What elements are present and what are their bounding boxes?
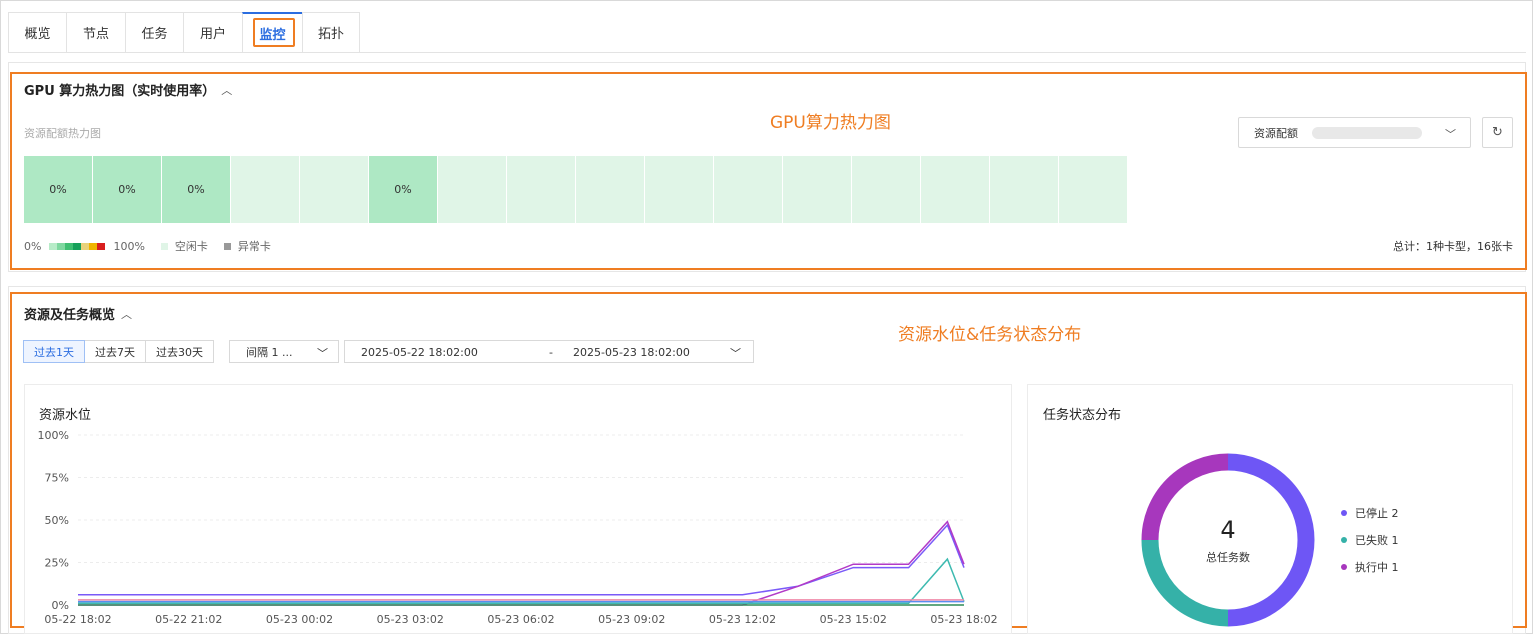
legend-dot (1341, 510, 1347, 516)
legend-label: 已失败 1 (1355, 534, 1399, 547)
tab-nodes[interactable]: 节点 (66, 12, 125, 53)
gpu-panel-title: GPU 算力热力图（实时使用率） (24, 84, 216, 99)
legend-gradient (49, 242, 106, 250)
heatmap-grid: 0% 0% 0% 0% (24, 156, 1127, 223)
date-separator: - (549, 346, 553, 359)
tab-overview[interactable]: 概览 (8, 12, 66, 53)
heatmap-legend: 0% 100% 空闲卡 异常卡 (24, 238, 271, 254)
refresh-button[interactable]: ↻ (1482, 117, 1513, 148)
quota-select[interactable]: 资源配额 ﹀ (1238, 117, 1471, 148)
heatmap-cell[interactable] (576, 156, 644, 223)
gradient-swatch (49, 242, 58, 250)
heatmap-cell[interactable] (300, 156, 368, 223)
donut-total-label: 总任务数 (1206, 551, 1250, 564)
legend-dot (1341, 564, 1347, 570)
donut-total-value: 4 (1220, 516, 1236, 544)
gpu-annotation: GPU算力热力图 (770, 113, 891, 133)
overview-panel-header[interactable]: 资源及任务概览 ︿ (24, 304, 132, 324)
heatmap-subtitle: 资源配额热力图 (24, 127, 101, 140)
range-30d-button[interactable]: 过去30天 (145, 340, 214, 363)
heatmap-cell[interactable]: 0% (93, 156, 161, 223)
heatmap-cell[interactable] (1059, 156, 1127, 223)
interval-value: 间隔 1 ... (246, 345, 293, 359)
task-status-title: 任务状态分布 (1043, 408, 1122, 423)
heatmap-cell[interactable] (852, 156, 920, 223)
heatmap-cell[interactable] (714, 156, 782, 223)
chevron-down-icon: ﹀ (317, 347, 328, 360)
quota-select-label: 资源配额 (1254, 126, 1298, 140)
legend-dot (1341, 537, 1347, 543)
overview-annotation: 资源水位&任务状态分布 (898, 325, 1082, 345)
chevron-down-icon: ﹀ (1445, 128, 1456, 141)
legend-label: 执行中 1 (1355, 561, 1399, 574)
range-1d-button[interactable]: 过去1天 (23, 340, 85, 363)
chevron-up-icon[interactable]: ︿ (121, 306, 132, 322)
chevron-up-icon[interactable]: ︿ (221, 82, 232, 98)
date-range-picker[interactable]: 2025-05-22 18:02:00 - 2025-05-23 18:02:0… (344, 340, 754, 363)
abnormal-swatch (223, 242, 231, 250)
legend-idle: 空闲卡 (174, 240, 208, 253)
tab-monitor[interactable]: 监控 (242, 12, 302, 53)
tab-users[interactable]: 用户 (183, 12, 242, 53)
heatmap-cell[interactable] (783, 156, 851, 223)
tab-topology[interactable]: 拓扑 (302, 12, 360, 53)
heatmap-cell[interactable]: 0% (162, 156, 230, 223)
heatmap-cell[interactable]: 0% (369, 156, 437, 223)
time-range-selector: 过去1天 过去7天 过去30天 (23, 340, 214, 363)
chevron-down-icon: ﹀ (730, 347, 741, 360)
water-level-card (24, 384, 1012, 634)
legend-max: 100% (113, 239, 145, 253)
gradient-swatch (57, 242, 66, 250)
heatmap-cell[interactable] (438, 156, 506, 223)
heatmap-cell[interactable] (990, 156, 1058, 223)
date-end: 2025-05-23 18:02:00 (573, 346, 690, 359)
gradient-swatch (81, 242, 90, 250)
tab-tasks[interactable]: 任务 (125, 12, 183, 53)
legend-label: 已停止 2 (1355, 507, 1399, 520)
legend-abnormal: 异常卡 (237, 240, 271, 253)
heatmap-cell[interactable]: 0% (24, 156, 92, 223)
tab-bar: 概览 节点 任务 用户 监控 拓扑 (8, 12, 360, 53)
date-start: 2025-05-22 18:02:00 (361, 346, 478, 359)
legend-item[interactable]: 执行中 1 (1341, 559, 1399, 575)
gradient-swatch (89, 242, 98, 250)
overview-panel-title: 资源及任务概览 (24, 308, 116, 323)
range-7d-button[interactable]: 过去7天 (84, 340, 146, 363)
refresh-icon: ↻ (1492, 125, 1503, 140)
heatmap-cell[interactable] (231, 156, 299, 223)
gradient-swatch (73, 242, 82, 250)
legend-item[interactable]: 已失败 1 (1341, 532, 1399, 548)
heatmap-cell[interactable] (921, 156, 989, 223)
legend-min: 0% (24, 239, 42, 253)
heatmap-total: 总计：1种卡型，16张卡 (1393, 240, 1513, 253)
tab-divider (8, 52, 1526, 53)
idle-swatch (160, 242, 168, 250)
gradient-swatch (97, 242, 106, 250)
water-level-title: 资源水位 (39, 408, 92, 423)
gradient-swatch (65, 242, 74, 250)
heatmap-cell[interactable] (645, 156, 713, 223)
legend-item[interactable]: 已停止 2 (1341, 505, 1399, 521)
gpu-panel-header[interactable]: GPU 算力热力图（实时使用率） ︿ (24, 80, 232, 100)
interval-select[interactable]: 间隔 1 ... ﹀ (229, 340, 339, 363)
heatmap-cell[interactable] (507, 156, 575, 223)
redacted-value (1312, 126, 1422, 139)
